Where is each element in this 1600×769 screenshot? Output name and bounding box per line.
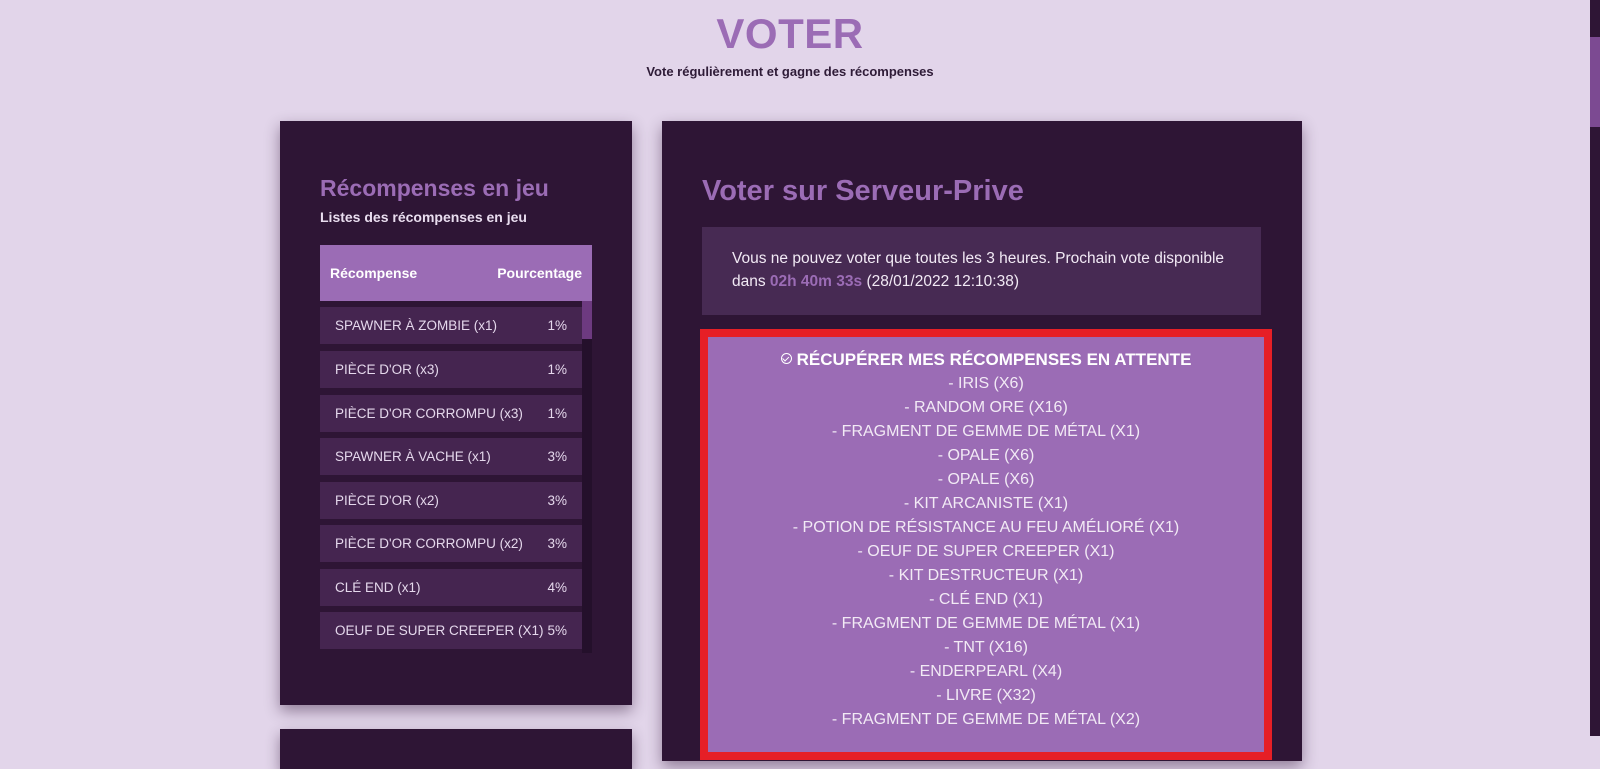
reward-percent: 3% xyxy=(547,536,567,551)
pending-reward-item: - OPALE (X6) xyxy=(937,471,1035,488)
pending-reward-item: - POTION DE RÉSISTANCE AU FEU AMÉLIORÉ (… xyxy=(792,519,1180,536)
pending-reward-item: - OEUF DE SUPER CREEPER (X1) xyxy=(857,543,1115,560)
reward-name: SPAWNER À VACHE (x1) xyxy=(335,449,491,464)
reward-name: PIÈCE D'OR CORROMPU (x2) xyxy=(335,536,523,551)
vote-info-after: (28/01/2022 12:10:38) xyxy=(862,273,1019,290)
rewards-subtitle: Listes des récompenses en jeu xyxy=(320,209,527,225)
table-row: SPAWNER À VACHE (x1) 3% xyxy=(320,438,582,475)
reward-percent: 3% xyxy=(547,493,567,508)
reward-name: OEUF DE SUPER CREEPER (X1) xyxy=(335,623,544,638)
reward-percent: 1% xyxy=(547,362,567,377)
table-row: PIÈCE D'OR CORROMPU (x3) 1% xyxy=(320,395,582,432)
column-header-reward: Récompense xyxy=(330,265,418,281)
rewards-table-header: Récompense Pourcentage xyxy=(320,245,592,301)
reward-name: SPAWNER À ZOMBIE (x1) xyxy=(335,318,498,333)
pending-reward-item: - ENDERPEARL (X4) xyxy=(909,663,1063,680)
table-row: SPAWNER À ZOMBIE (x1) 1% xyxy=(320,307,582,344)
rewards-panel: Récompenses en jeu Listes des récompense… xyxy=(280,121,632,705)
vote-title: Voter sur Serveur-Prive xyxy=(702,175,1024,207)
reward-name: PIÈCE D'OR (x2) xyxy=(335,493,439,508)
page-header: VOTER Vote régulièrement et gagne des ré… xyxy=(0,10,1580,79)
pending-reward-item: - FRAGMENT DE GEMME DE MÉTAL (X1) xyxy=(831,423,1141,440)
pending-title: RÉCUPÉRER MES RÉCOMPENSES EN ATTENTE xyxy=(708,348,1264,372)
pending-reward-item: - FRAGMENT DE GEMME DE MÉTAL (X1) xyxy=(831,615,1141,632)
reward-percent: 1% xyxy=(547,318,567,333)
rewards-table-body[interactable]: SPAWNER À ZOMBIE (x1) 1% PIÈCE D'OR (x3)… xyxy=(320,301,592,653)
rewards-scrollbar[interactable] xyxy=(582,301,592,653)
vote-info-box: Vous ne pouvez voter que toutes les 3 he… xyxy=(702,227,1261,315)
table-row: PIÈCE D'OR (x2) 3% xyxy=(320,482,582,519)
page-title: VOTER xyxy=(716,10,864,57)
pending-reward-item: - FRAGMENT DE GEMME DE MÉTAL (X2) xyxy=(831,711,1141,728)
reward-percent: 1% xyxy=(547,406,567,421)
pending-reward-item: - OPALE (X6) xyxy=(937,447,1035,464)
pending-reward-item: - LIVRE (X32) xyxy=(936,687,1036,704)
pending-reward-item: - RANDOM ORE (X16) xyxy=(904,399,1068,416)
pending-reward-item: - CLÉ END (X1) xyxy=(929,591,1043,608)
pending-reward-item: - IRIS (X6) xyxy=(948,375,1024,392)
check-circle-icon xyxy=(780,353,792,364)
secondary-panel xyxy=(280,729,632,769)
pending-reward-item: - KIT ARCANISTE (X1) xyxy=(903,495,1069,512)
vote-countdown: 02h 40m 33s xyxy=(769,273,863,290)
pending-title-text: RÉCUPÉRER MES RÉCOMPENSES EN ATTENTE xyxy=(796,350,1192,369)
rewards-scrollbar-thumb[interactable] xyxy=(582,301,592,339)
page-scrollbar-thumb[interactable] xyxy=(1590,37,1600,127)
reward-name: PIÈCE D'OR CORROMPU (x3) xyxy=(335,406,523,421)
column-header-percentage: Pourcentage xyxy=(497,265,582,281)
page-subtitle: Vote régulièrement et gagne des récompen… xyxy=(646,64,934,79)
table-row: PIÈCE D'OR CORROMPU (x2) 3% xyxy=(320,525,582,562)
page-scrollbar[interactable] xyxy=(1590,0,1600,736)
pending-reward-item: - TNT (X16) xyxy=(944,639,1028,656)
table-row: OEUF DE SUPER CREEPER (X1) 5% xyxy=(320,612,582,649)
vote-panel: Voter sur Serveur-Prive Vous ne pouvez v… xyxy=(662,121,1302,761)
claim-pending-rewards-button[interactable]: RÉCUPÉRER MES RÉCOMPENSES EN ATTENTE - I… xyxy=(700,329,1272,760)
vote-info-text: Vous ne pouvez voter que toutes les 3 he… xyxy=(732,247,1242,293)
reward-percent: 4% xyxy=(547,580,567,595)
table-row: CLÉ END (x1) 4% xyxy=(320,569,582,606)
pending-reward-item: - KIT DESTRUCTEUR (X1) xyxy=(888,567,1084,584)
reward-percent: 5% xyxy=(547,623,567,638)
rewards-title: Récompenses en jeu xyxy=(320,175,549,201)
reward-name: CLÉ END (x1) xyxy=(335,580,421,595)
reward-percent: 3% xyxy=(547,449,567,464)
table-row: PIÈCE D'OR (x3) 1% xyxy=(320,351,582,388)
reward-name: PIÈCE D'OR (x3) xyxy=(335,362,439,377)
